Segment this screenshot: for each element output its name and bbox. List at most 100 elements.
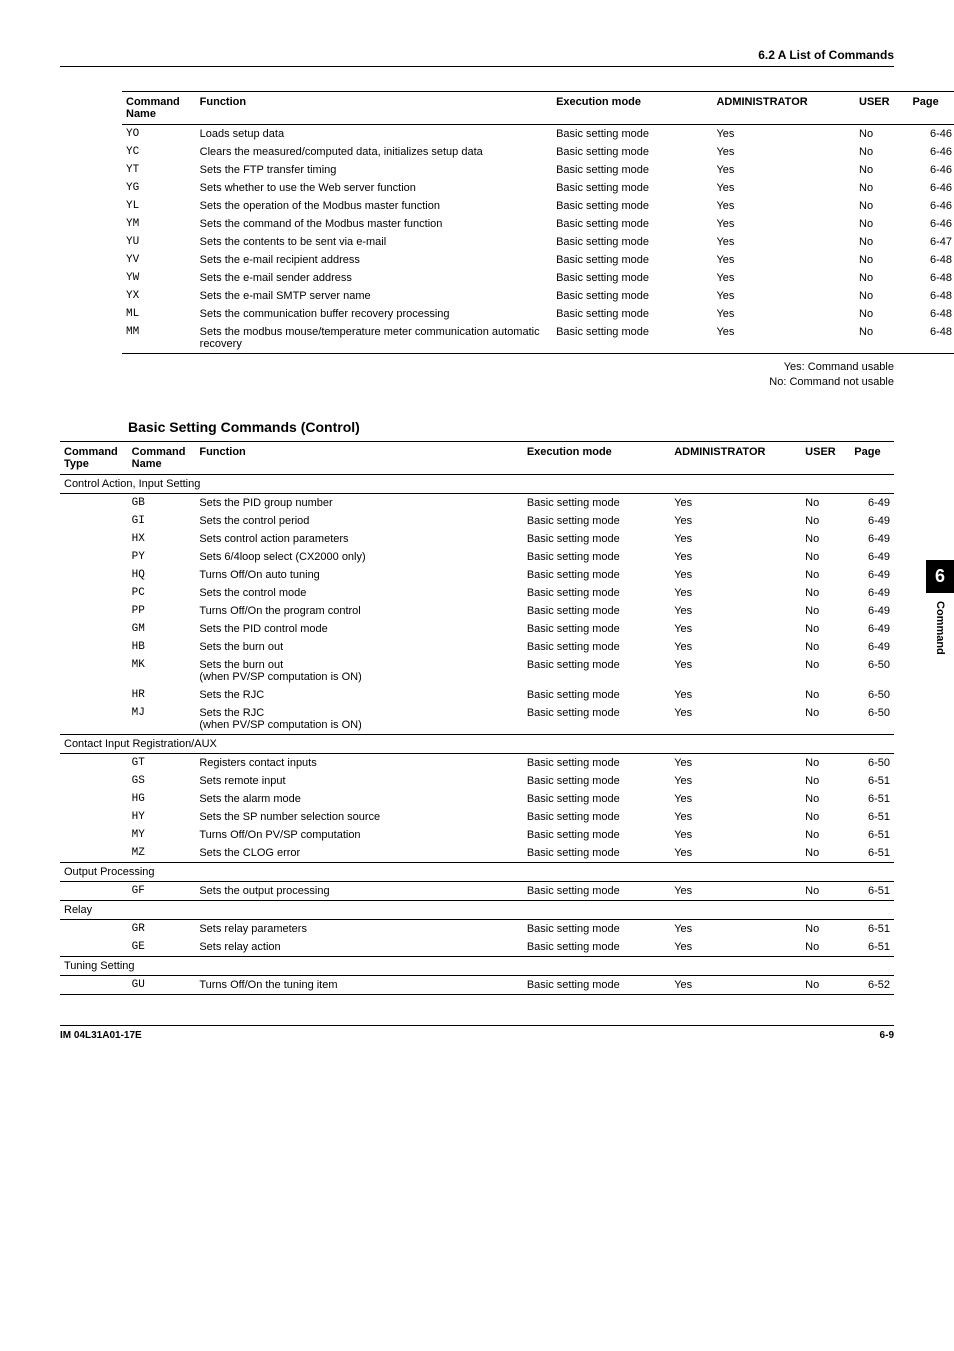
cell-admin: Yes xyxy=(670,584,801,602)
table-row: GFSets the output processingBasic settin… xyxy=(60,881,894,900)
cell-func: Sets relay action xyxy=(195,938,522,957)
table-row: GUTurns Off/On the tuning itemBasic sett… xyxy=(60,975,894,994)
cell-cmd: YT xyxy=(122,161,196,179)
cell-user: No xyxy=(801,808,850,826)
cell-mode: Basic setting mode xyxy=(552,179,712,197)
cell-user: No xyxy=(801,620,850,638)
table-row: MYTurns Off/On PV/SP computationBasic se… xyxy=(60,826,894,844)
cell-cmd: HB xyxy=(128,638,196,656)
cell-page: 6-50 xyxy=(850,704,894,735)
table-row: HGSets the alarm modeBasic setting modeY… xyxy=(60,790,894,808)
cell-cmd: HQ xyxy=(128,566,196,584)
cell-user: No xyxy=(801,566,850,584)
cell-page: 6-51 xyxy=(850,844,894,863)
cell-admin: Yes xyxy=(712,305,855,323)
table-row: HQTurns Off/On auto tuningBasic setting … xyxy=(60,566,894,584)
cell-page: 6-51 xyxy=(850,881,894,900)
cell-type xyxy=(60,686,128,704)
cell-page: 6-49 xyxy=(850,493,894,512)
command-usable-notes: Yes: Command usable No: Command not usab… xyxy=(60,360,894,391)
cell-page: 6-49 xyxy=(850,602,894,620)
th-page2: Page xyxy=(850,441,894,474)
table-row: PPTurns Off/On the program controlBasic … xyxy=(60,602,894,620)
cell-mode: Basic setting mode xyxy=(552,161,712,179)
cell-page: 6-49 xyxy=(850,584,894,602)
cell-cmd: ML xyxy=(122,305,196,323)
cell-type xyxy=(60,808,128,826)
th-user: USER xyxy=(855,92,908,125)
cell-cmd: HG xyxy=(128,790,196,808)
cell-user: No xyxy=(801,753,850,772)
table-row: HXSets control action parametersBasic se… xyxy=(60,530,894,548)
chapter-label: Command xyxy=(934,601,946,655)
table-row: MMSets the modbus mouse/temperature mete… xyxy=(122,323,954,354)
table-row: PYSets 6/4loop select (CX2000 only)Basic… xyxy=(60,548,894,566)
group-title: Relay xyxy=(60,900,894,919)
cell-func: Sets the contents to be sent via e-mail xyxy=(196,233,552,251)
cell-page: 6-50 xyxy=(850,686,894,704)
table-row: GESets relay actionBasic setting modeYes… xyxy=(60,938,894,957)
cell-page: 6-51 xyxy=(850,919,894,938)
cell-page: 6-49 xyxy=(850,548,894,566)
th-admin2: ADMINISTRATOR xyxy=(670,441,801,474)
cell-admin: Yes xyxy=(712,233,855,251)
cell-user: No xyxy=(855,125,908,144)
table-row: GBSets the PID group numberBasic setting… xyxy=(60,493,894,512)
cell-user: No xyxy=(855,233,908,251)
cell-admin: Yes xyxy=(670,826,801,844)
cell-type xyxy=(60,975,128,994)
table-row: PCSets the control modeBasic setting mod… xyxy=(60,584,894,602)
cell-mode: Basic setting mode xyxy=(523,826,670,844)
footer-doc-id: IM 04L31A01-17E xyxy=(60,1030,142,1041)
cell-page: 6-48 xyxy=(908,251,954,269)
cell-type xyxy=(60,844,128,863)
cell-mode: Basic setting mode xyxy=(523,566,670,584)
cell-admin: Yes xyxy=(670,772,801,790)
cell-page: 6-51 xyxy=(850,772,894,790)
cell-cmd: PY xyxy=(128,548,196,566)
cell-cmd: MJ xyxy=(128,704,196,735)
cell-page: 6-51 xyxy=(850,790,894,808)
cell-user: No xyxy=(801,686,850,704)
cell-func: Sets 6/4loop select (CX2000 only) xyxy=(195,548,522,566)
cell-func: Sets the RJC xyxy=(195,686,522,704)
cell-mode: Basic setting mode xyxy=(523,686,670,704)
cell-admin: Yes xyxy=(670,493,801,512)
group-header-row: Contact Input Registration/AUX xyxy=(60,734,894,753)
table-row: YVSets the e-mail recipient addressBasic… xyxy=(122,251,954,269)
cell-type xyxy=(60,753,128,772)
cell-user: No xyxy=(801,881,850,900)
th-command-line2: Name xyxy=(126,108,156,120)
cell-admin: Yes xyxy=(670,656,801,686)
cell-page: 6-46 xyxy=(908,143,954,161)
cell-type xyxy=(60,566,128,584)
subheading-basic-setting-control: Basic Setting Commands (Control) xyxy=(128,419,894,435)
table-row: HYSets the SP number selection sourceBas… xyxy=(60,808,894,826)
cell-page: 6-49 xyxy=(850,620,894,638)
cell-user: No xyxy=(801,772,850,790)
cell-page: 6-46 xyxy=(908,215,954,233)
cell-admin: Yes xyxy=(670,602,801,620)
cell-mode: Basic setting mode xyxy=(523,772,670,790)
cell-page: 6-48 xyxy=(908,305,954,323)
cell-mode: Basic setting mode xyxy=(552,197,712,215)
cell-user: No xyxy=(855,251,908,269)
cell-user: No xyxy=(801,512,850,530)
footer-page-number: 6-9 xyxy=(880,1030,894,1041)
table-row: GTRegisters contact inputsBasic setting … xyxy=(60,753,894,772)
cell-admin: Yes xyxy=(670,938,801,957)
cell-admin: Yes xyxy=(670,638,801,656)
th-command2-line2: Name xyxy=(132,458,162,470)
cell-type xyxy=(60,493,128,512)
cell-func: Sets whether to use the Web server funct… xyxy=(196,179,552,197)
cell-admin: Yes xyxy=(670,844,801,863)
cell-admin: Yes xyxy=(670,753,801,772)
cell-mode: Basic setting mode xyxy=(552,215,712,233)
group-title: Output Processing xyxy=(60,862,894,881)
cell-cmd: YC xyxy=(122,143,196,161)
cell-func: Sets the PID group number xyxy=(195,493,522,512)
cell-cmd: PP xyxy=(128,602,196,620)
cell-user: No xyxy=(801,919,850,938)
cell-func: Registers contact inputs xyxy=(195,753,522,772)
cell-func: Sets the CLOG error xyxy=(195,844,522,863)
